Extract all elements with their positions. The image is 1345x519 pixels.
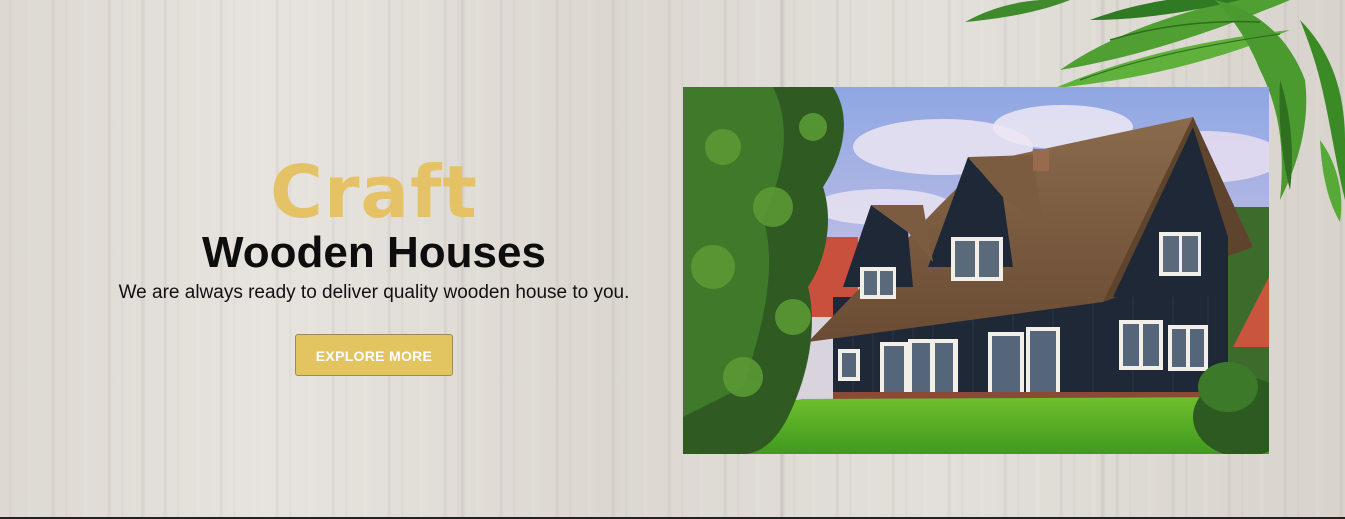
hero-text-block: Craft Wooden Houses We are always ready … xyxy=(70,150,678,376)
explore-more-button[interactable]: EXPLORE MORE xyxy=(295,334,453,376)
wooden-house-photo xyxy=(683,87,1269,454)
hero-title: Wooden Houses xyxy=(202,228,546,277)
hero-subtitle: We are always ready to deliver quality w… xyxy=(118,282,630,303)
hero-accent-word: Craft xyxy=(270,150,478,234)
